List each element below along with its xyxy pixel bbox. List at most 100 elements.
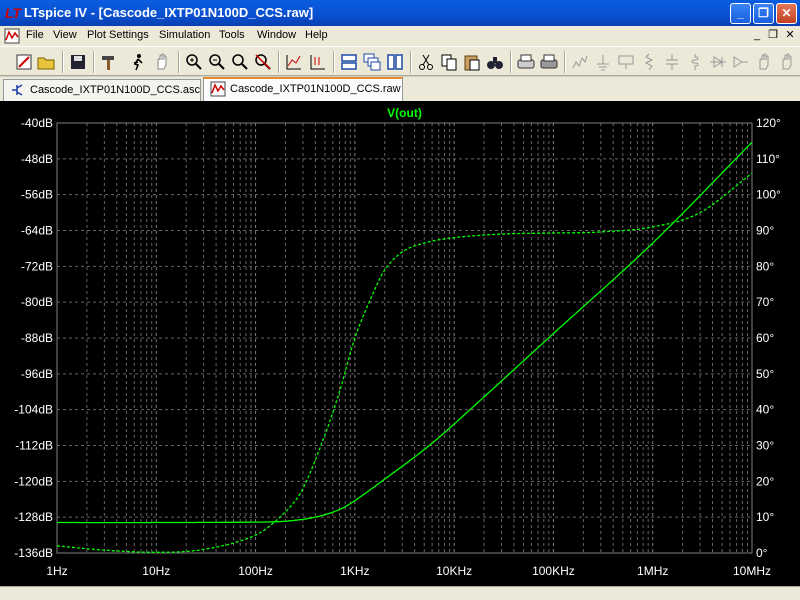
zoom-cancel-icon[interactable]	[253, 52, 273, 72]
schematic-icon	[12, 84, 23, 96]
label-icon[interactable]	[616, 52, 636, 72]
tab-label: Cascode_IXTP01N100D_CCS.asc	[30, 84, 200, 96]
x-tick-label: 10KHz	[436, 564, 472, 578]
waveform-icon	[210, 81, 226, 97]
menu-file[interactable]: File	[26, 29, 44, 41]
y-left-tick-label: -128dB	[14, 510, 53, 524]
document-tabs: Cascode_IXTP01N100D_CCS.asc Cascode_IXTP…	[0, 77, 800, 101]
y-left-tick-label: -96dB	[21, 367, 53, 381]
menu-view[interactable]: View	[53, 29, 77, 41]
y-right-tick-label: 90°	[756, 224, 774, 238]
print-icon[interactable]	[539, 52, 559, 72]
window-title: LTspice IV - [Cascode_IXTP01N100D_CCS.ra…	[24, 5, 314, 20]
menu-simulation[interactable]: Simulation	[159, 29, 210, 41]
y-right-tick-label: 20°	[756, 474, 774, 488]
x-tick-label: 10Hz	[142, 564, 170, 578]
tab-waveform[interactable]: Cascode_IXTP01N100D_CCS.raw	[203, 77, 403, 101]
x-tick-label: 100Hz	[238, 564, 273, 578]
y-right-tick-label: 40°	[756, 403, 774, 417]
probe-icon[interactable]	[308, 52, 328, 72]
menu-window[interactable]: Window	[257, 29, 296, 41]
y-right-tick-label: 110°	[756, 152, 780, 166]
x-tick-label: 10MHz	[733, 564, 771, 578]
mdi-restore-button[interactable]: ❐	[766, 28, 780, 42]
capacitor-icon[interactable]	[662, 52, 682, 72]
print-preview-icon[interactable]	[516, 52, 536, 72]
inductor-icon[interactable]	[685, 52, 705, 72]
mdi-close-button[interactable]: ✕	[783, 28, 797, 42]
x-tick-label: 1Hz	[46, 564, 67, 578]
resistor-icon[interactable]	[570, 52, 590, 72]
toolbar-separator	[333, 51, 335, 73]
toolbar-separator	[178, 51, 180, 73]
copy-icon[interactable]	[439, 52, 459, 72]
tile-horizontal-icon[interactable]	[339, 52, 359, 72]
y-left-tick-label: -64dB	[21, 224, 53, 238]
toolbar-separator	[410, 51, 412, 73]
menu-plot-settings[interactable]: Plot Settings	[87, 29, 149, 41]
toolbar-separator	[278, 51, 280, 73]
trace-name-label: V(out)	[387, 106, 422, 120]
y-right-tick-label: 100°	[756, 188, 781, 202]
toolbar	[0, 46, 800, 76]
y-left-tick-label: -48dB	[21, 152, 53, 166]
x-tick-label: 100KHz	[532, 564, 575, 578]
title-bar: LT LTspice IV - [Cascode_IXTP01N100D_CCS…	[0, 0, 800, 26]
ground-icon[interactable]	[593, 52, 613, 72]
zoom-out-icon[interactable]	[207, 52, 227, 72]
cascade-icon[interactable]	[362, 52, 382, 72]
waveform-document-icon[interactable]	[4, 28, 20, 44]
y-right-tick-label: 70°	[756, 295, 774, 309]
tab-label: Cascode_IXTP01N100D_CCS.raw	[230, 83, 401, 95]
menu-help[interactable]: Help	[305, 29, 328, 41]
y-left-tick-label: -112dB	[15, 439, 53, 453]
zoom-in-icon[interactable]	[184, 52, 204, 72]
y-left-tick-label: -104dB	[14, 403, 53, 417]
run-man-icon[interactable]	[128, 52, 148, 72]
y-right-tick-label: 10°	[756, 510, 774, 524]
toolbar-separator	[510, 51, 512, 73]
y-right-tick-label: 30°	[756, 439, 774, 453]
toolbar-separator	[564, 51, 566, 73]
y-right-tick-label: 60°	[756, 331, 774, 345]
cut-icon[interactable]	[416, 52, 436, 72]
y-left-tick-label: -40dB	[21, 116, 53, 130]
resistor-alt-icon[interactable]	[639, 52, 659, 72]
tab-schematic[interactable]: Cascode_IXTP01N100D_CCS.asc	[3, 79, 201, 101]
axis-ticks: 1Hz 10Hz 100Hz 1KHz 10KHz 100KHz 1MHz 10MHz -40d…	[14, 116, 781, 578]
y-right-tick-label: 120°	[756, 116, 781, 130]
ltspice-logo-icon: LT	[5, 5, 22, 21]
hand-icon[interactable]	[152, 52, 172, 72]
minimize-button[interactable]: _	[730, 3, 751, 24]
paste-icon[interactable]	[462, 52, 482, 72]
mdi-minimize-button[interactable]: _	[750, 28, 764, 42]
component-icon[interactable]	[731, 52, 751, 72]
move-icon[interactable]	[754, 52, 774, 72]
x-tick-label: 1MHz	[637, 564, 668, 578]
toolbar-separator	[62, 51, 64, 73]
diode-icon[interactable]	[708, 52, 728, 72]
find-icon[interactable]	[485, 52, 505, 72]
y-left-tick-label: -56dB	[21, 188, 53, 202]
autorange-icon[interactable]	[284, 52, 304, 72]
hammer-icon[interactable]	[99, 52, 119, 72]
run-icon[interactable]	[14, 52, 34, 72]
status-bar	[0, 586, 800, 600]
y-left-tick-label: -80dB	[21, 295, 53, 309]
tile-vertical-icon[interactable]	[385, 52, 405, 72]
close-button[interactable]: ✕	[776, 3, 797, 24]
y-right-tick-label: 0°	[756, 546, 768, 560]
x-tick-label: 1KHz	[340, 564, 369, 578]
menu-tools[interactable]: Tools	[219, 29, 245, 41]
zoom-fit-icon[interactable]	[230, 52, 250, 72]
drag-icon[interactable]	[777, 52, 797, 72]
maximize-button[interactable]: ❐	[753, 3, 774, 24]
save-icon[interactable]	[68, 52, 88, 72]
y-left-tick-label: -72dB	[21, 259, 53, 273]
y-left-tick-label: -88dB	[21, 331, 53, 345]
open-icon[interactable]	[36, 52, 56, 72]
y-left-tick-label: -120dB	[14, 474, 53, 488]
y-right-tick-label: 50°	[756, 367, 774, 381]
bode-plot[interactable]: 1Hz 10Hz 100Hz 1KHz 10KHz 100KHz 1MHz 10MHz -40d…	[0, 101, 800, 586]
waveform-plot-pane[interactable]: 1Hz 10Hz 100Hz 1KHz 10KHz 100KHz 1MHz 10MHz -40d…	[0, 101, 800, 586]
